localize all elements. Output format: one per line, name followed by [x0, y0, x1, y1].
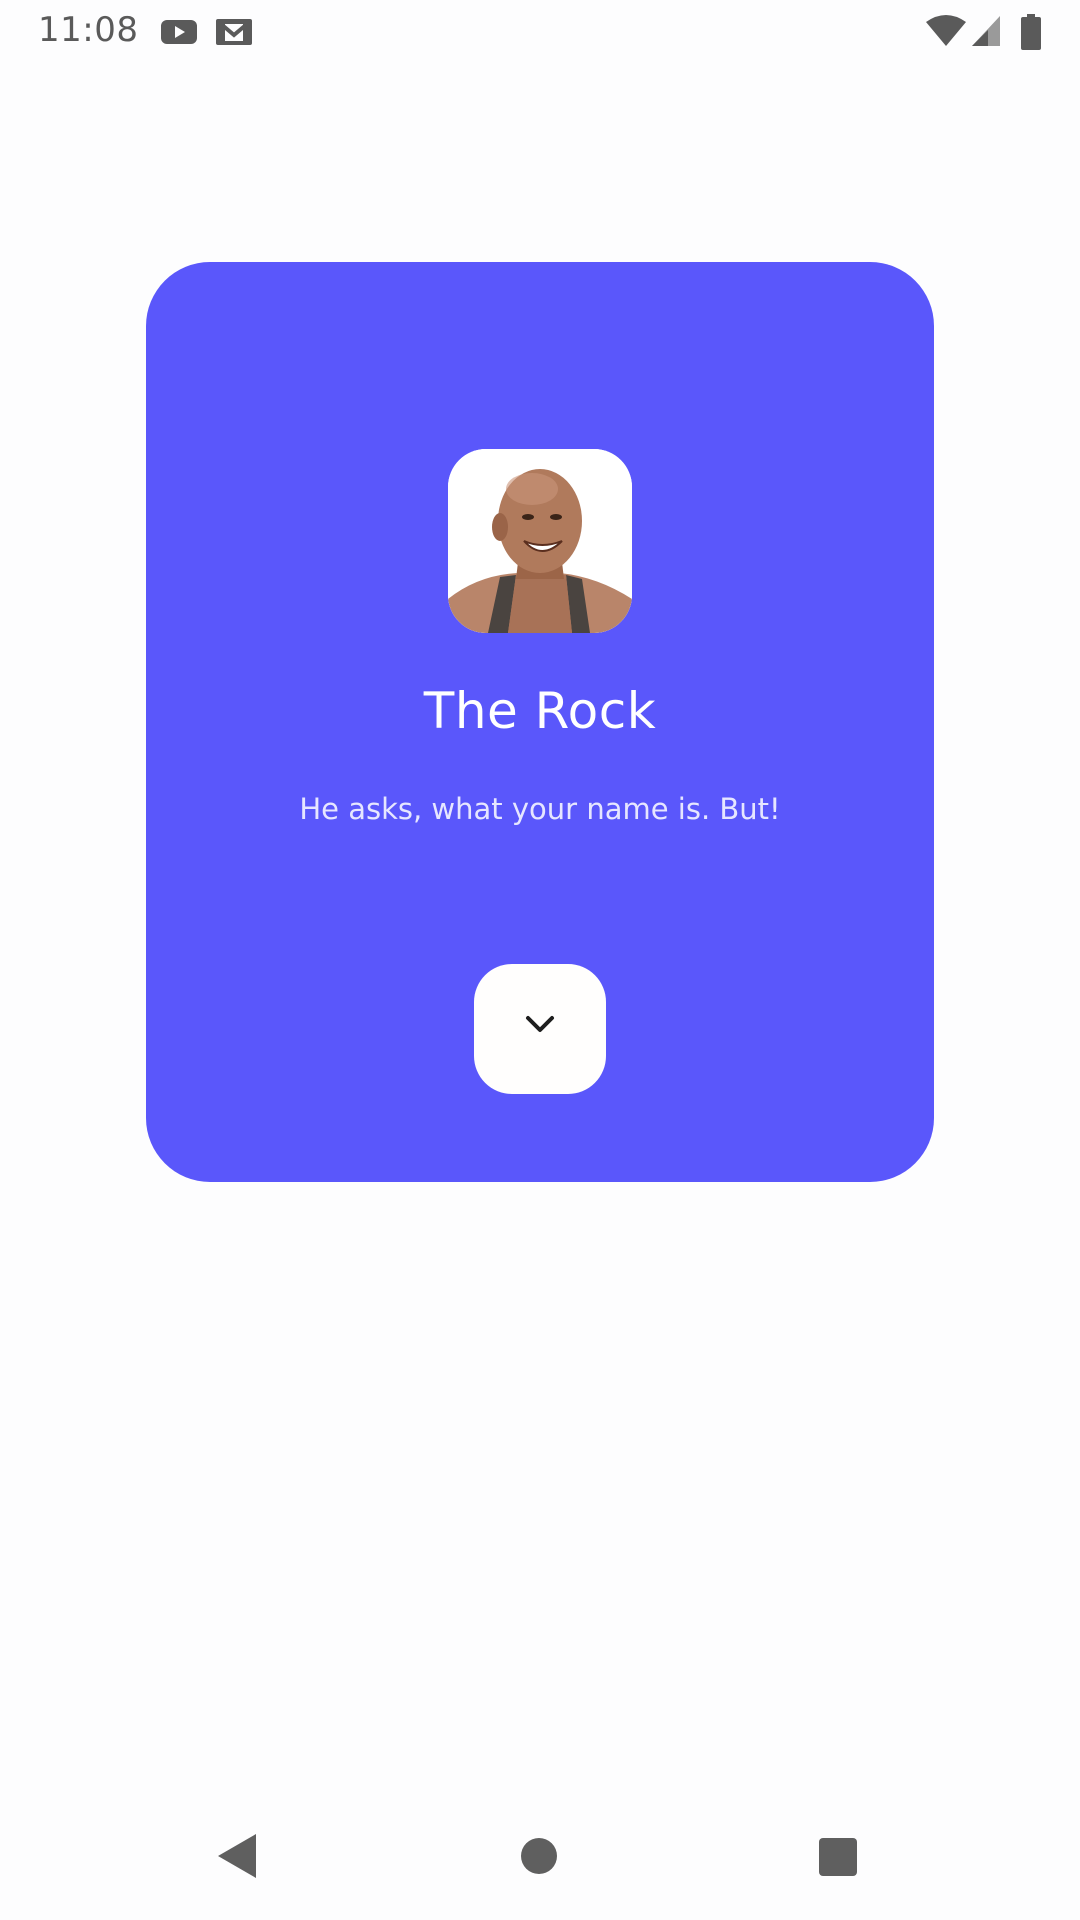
- wifi-icon: [926, 15, 966, 46]
- status-time: 11:08: [38, 10, 139, 50]
- youtube-icon: [161, 20, 197, 44]
- recents-icon[interactable]: [818, 1837, 858, 1877]
- profile-description: He asks, what your name is. But!: [299, 792, 781, 826]
- profile-name: The Rock: [423, 682, 657, 740]
- gmail-icon: [216, 19, 252, 45]
- back-icon[interactable]: [216, 1832, 260, 1880]
- battery-icon: [1021, 14, 1041, 50]
- cellular-signal-icon: [972, 16, 1000, 46]
- navigation-bar: [0, 1800, 1080, 1920]
- home-icon[interactable]: [520, 1837, 558, 1875]
- status-bar: 11:08: [0, 0, 1080, 64]
- chevron-down-icon: [526, 1016, 554, 1032]
- profile-card: The Rock He asks, what your name is. But…: [146, 262, 934, 1182]
- app-screen: 11:08 The Rock He asks, what your name i…: [0, 0, 1080, 1920]
- expand-button[interactable]: [474, 964, 606, 1094]
- person-photo-icon: [448, 449, 632, 633]
- avatar: [448, 449, 632, 633]
